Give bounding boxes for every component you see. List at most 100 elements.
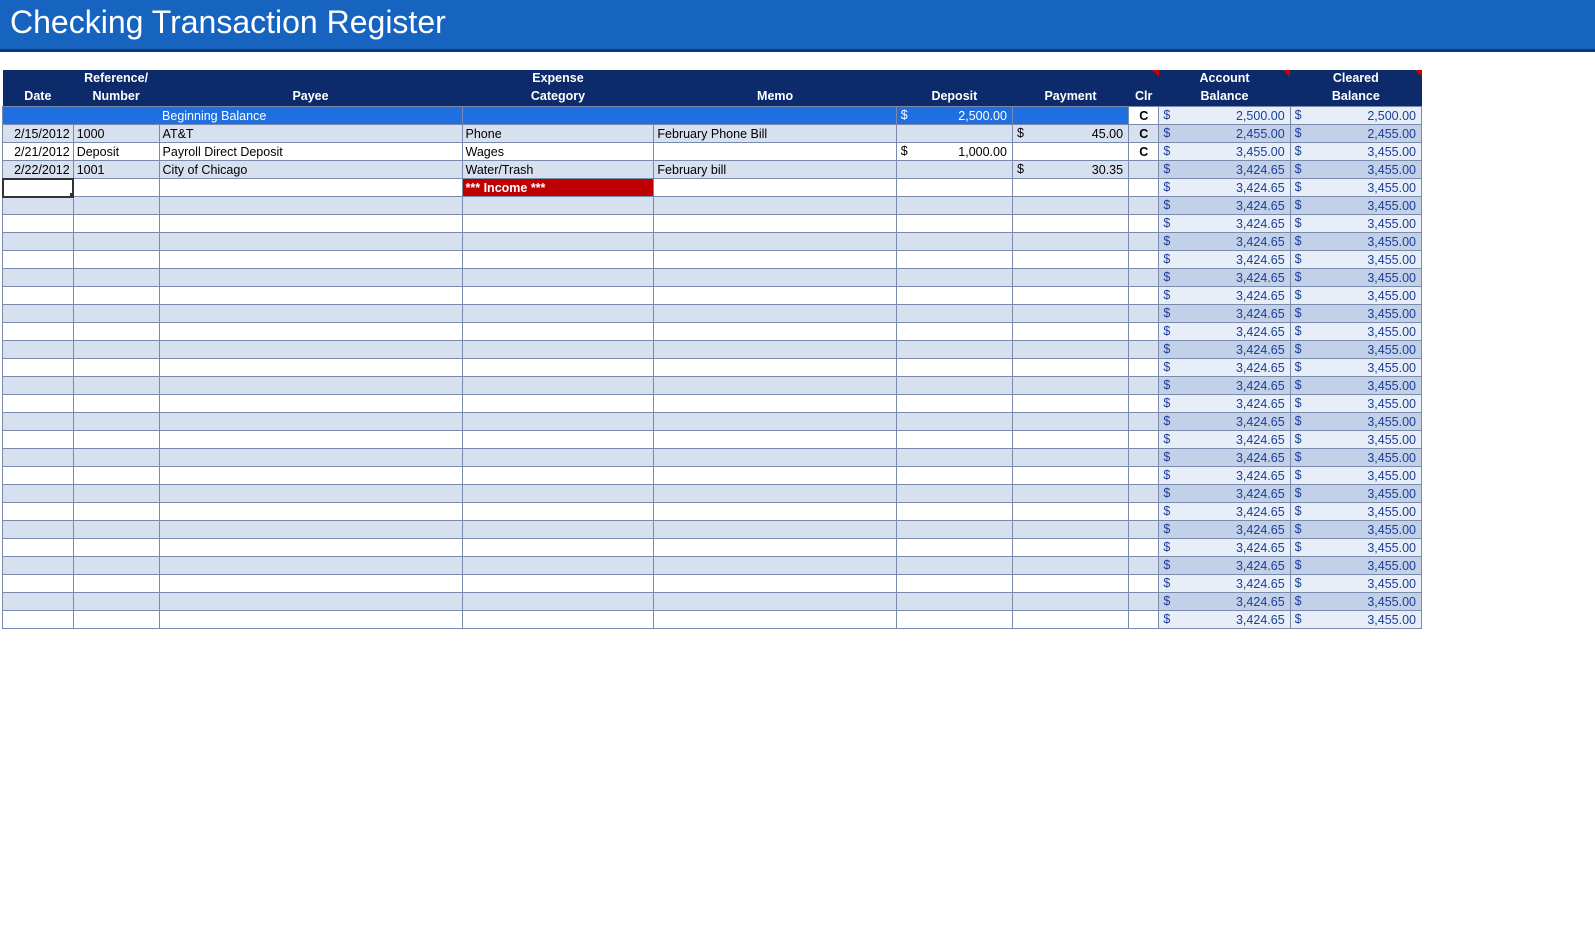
- cell-clr[interactable]: [1129, 611, 1159, 629]
- cell-account-balance[interactable]: $3,424.65: [1159, 197, 1290, 215]
- cell-category[interactable]: [462, 305, 654, 323]
- cell-memo[interactable]: [654, 611, 896, 629]
- cell-clr[interactable]: [1129, 395, 1159, 413]
- cell-payee[interactable]: [159, 269, 462, 287]
- cell-deposit[interactable]: [896, 323, 1012, 341]
- cell-deposit[interactable]: [896, 521, 1012, 539]
- cell-cleared-balance[interactable]: $3,455.00: [1290, 431, 1421, 449]
- cell-account-balance[interactable]: $2,455.00: [1159, 125, 1290, 143]
- cell-clr[interactable]: [1129, 305, 1159, 323]
- cell-payment[interactable]: [1012, 377, 1128, 395]
- cell-deposit[interactable]: [896, 539, 1012, 557]
- cell-ref[interactable]: [73, 431, 159, 449]
- cell-payment[interactable]: [1012, 539, 1128, 557]
- cell-payee[interactable]: [159, 593, 462, 611]
- cell-account-balance[interactable]: $3,424.65: [1159, 305, 1290, 323]
- cell-account-balance[interactable]: $3,424.65: [1159, 521, 1290, 539]
- cell-payee[interactable]: [159, 521, 462, 539]
- cell-clr[interactable]: [1129, 341, 1159, 359]
- cell-category[interactable]: [462, 431, 654, 449]
- cell-memo[interactable]: [654, 377, 896, 395]
- cell-category[interactable]: Wages: [462, 143, 654, 161]
- cell-date[interactable]: 2/15/2012: [3, 125, 74, 143]
- cell-cleared-balance[interactable]: $3,455.00: [1290, 269, 1421, 287]
- cell-deposit[interactable]: $1,000.00: [896, 143, 1012, 161]
- cell-date[interactable]: [3, 179, 74, 197]
- cell-payment[interactable]: [1012, 251, 1128, 269]
- cell-payee[interactable]: [159, 251, 462, 269]
- cell-category[interactable]: [462, 521, 654, 539]
- cell-category[interactable]: [462, 215, 654, 233]
- cell-date[interactable]: [3, 233, 74, 251]
- cell-ref[interactable]: [73, 377, 159, 395]
- cell-payment[interactable]: [1012, 431, 1128, 449]
- cell-payment[interactable]: [1012, 467, 1128, 485]
- cell-category[interactable]: [462, 197, 654, 215]
- cell-memo[interactable]: [654, 179, 896, 197]
- cell-payment[interactable]: [1012, 197, 1128, 215]
- cell-account-balance[interactable]: $3,424.65: [1159, 287, 1290, 305]
- cell-payment[interactable]: [1012, 557, 1128, 575]
- cell-date[interactable]: [3, 449, 74, 467]
- cell-ref[interactable]: [73, 341, 159, 359]
- cell-account-balance[interactable]: $3,424.65: [1159, 449, 1290, 467]
- cell-date[interactable]: 2/22/2012: [3, 161, 74, 179]
- cell-date[interactable]: [3, 341, 74, 359]
- cell-deposit[interactable]: [896, 413, 1012, 431]
- cell-payee[interactable]: [159, 323, 462, 341]
- cell-payment[interactable]: [1012, 215, 1128, 233]
- cell-memo[interactable]: [654, 233, 896, 251]
- cell-account-balance[interactable]: $3,424.65: [1159, 233, 1290, 251]
- cell-category[interactable]: [462, 503, 654, 521]
- cell-payment[interactable]: [1012, 413, 1128, 431]
- cell-clr[interactable]: C: [1129, 143, 1159, 161]
- cell-clr[interactable]: [1129, 431, 1159, 449]
- cell-ref[interactable]: [73, 593, 159, 611]
- cell-memo[interactable]: [654, 287, 896, 305]
- cell-payment[interactable]: [1012, 323, 1128, 341]
- cell-cleared-balance[interactable]: $3,455.00: [1290, 251, 1421, 269]
- cell-payee[interactable]: [159, 233, 462, 251]
- cell-memo[interactable]: [654, 269, 896, 287]
- cell-account-balance[interactable]: $3,424.65: [1159, 503, 1290, 521]
- cell-account-balance[interactable]: $3,424.65: [1159, 431, 1290, 449]
- cell-memo[interactable]: [654, 395, 896, 413]
- cell-cleared-balance[interactable]: $3,455.00: [1290, 539, 1421, 557]
- cell-ref[interactable]: [73, 179, 159, 197]
- cell-deposit[interactable]: [896, 377, 1012, 395]
- cell-payee[interactable]: [159, 197, 462, 215]
- cell-clr[interactable]: [1129, 323, 1159, 341]
- cell-category[interactable]: [462, 611, 654, 629]
- cell-category[interactable]: [462, 251, 654, 269]
- cell-cleared-balance[interactable]: $3,455.00: [1290, 467, 1421, 485]
- cell-date[interactable]: [3, 413, 74, 431]
- cell-memo[interactable]: [654, 593, 896, 611]
- cell-clr[interactable]: [1129, 503, 1159, 521]
- cell-cat[interactable]: [462, 107, 654, 125]
- cell-payee[interactable]: [159, 179, 462, 197]
- cell-payee[interactable]: [159, 485, 462, 503]
- cell-memo[interactable]: [654, 359, 896, 377]
- cell-ref[interactable]: [73, 503, 159, 521]
- cell-deposit[interactable]: [896, 305, 1012, 323]
- cell-category[interactable]: [462, 287, 654, 305]
- cell-cleared-balance[interactable]: $3,455.00: [1290, 449, 1421, 467]
- cell-ref[interactable]: [73, 287, 159, 305]
- cell-category[interactable]: [462, 557, 654, 575]
- cell-ref[interactable]: [73, 269, 159, 287]
- cell-ref[interactable]: [73, 395, 159, 413]
- cell-date[interactable]: [3, 197, 74, 215]
- cell-memo[interactable]: [654, 413, 896, 431]
- cell-payment[interactable]: [1012, 179, 1128, 197]
- cell-ref[interactable]: [73, 557, 159, 575]
- cell-category[interactable]: [462, 269, 654, 287]
- cell-ref[interactable]: [73, 197, 159, 215]
- cell-ref[interactable]: [73, 107, 159, 125]
- cell-deposit[interactable]: [896, 215, 1012, 233]
- cell-ref[interactable]: Deposit: [73, 143, 159, 161]
- cell-category[interactable]: [462, 395, 654, 413]
- cell-payment[interactable]: [1012, 593, 1128, 611]
- cell-memo[interactable]: [654, 467, 896, 485]
- cell-cleared-balance[interactable]: $3,455.00: [1290, 593, 1421, 611]
- cell-date[interactable]: [3, 485, 74, 503]
